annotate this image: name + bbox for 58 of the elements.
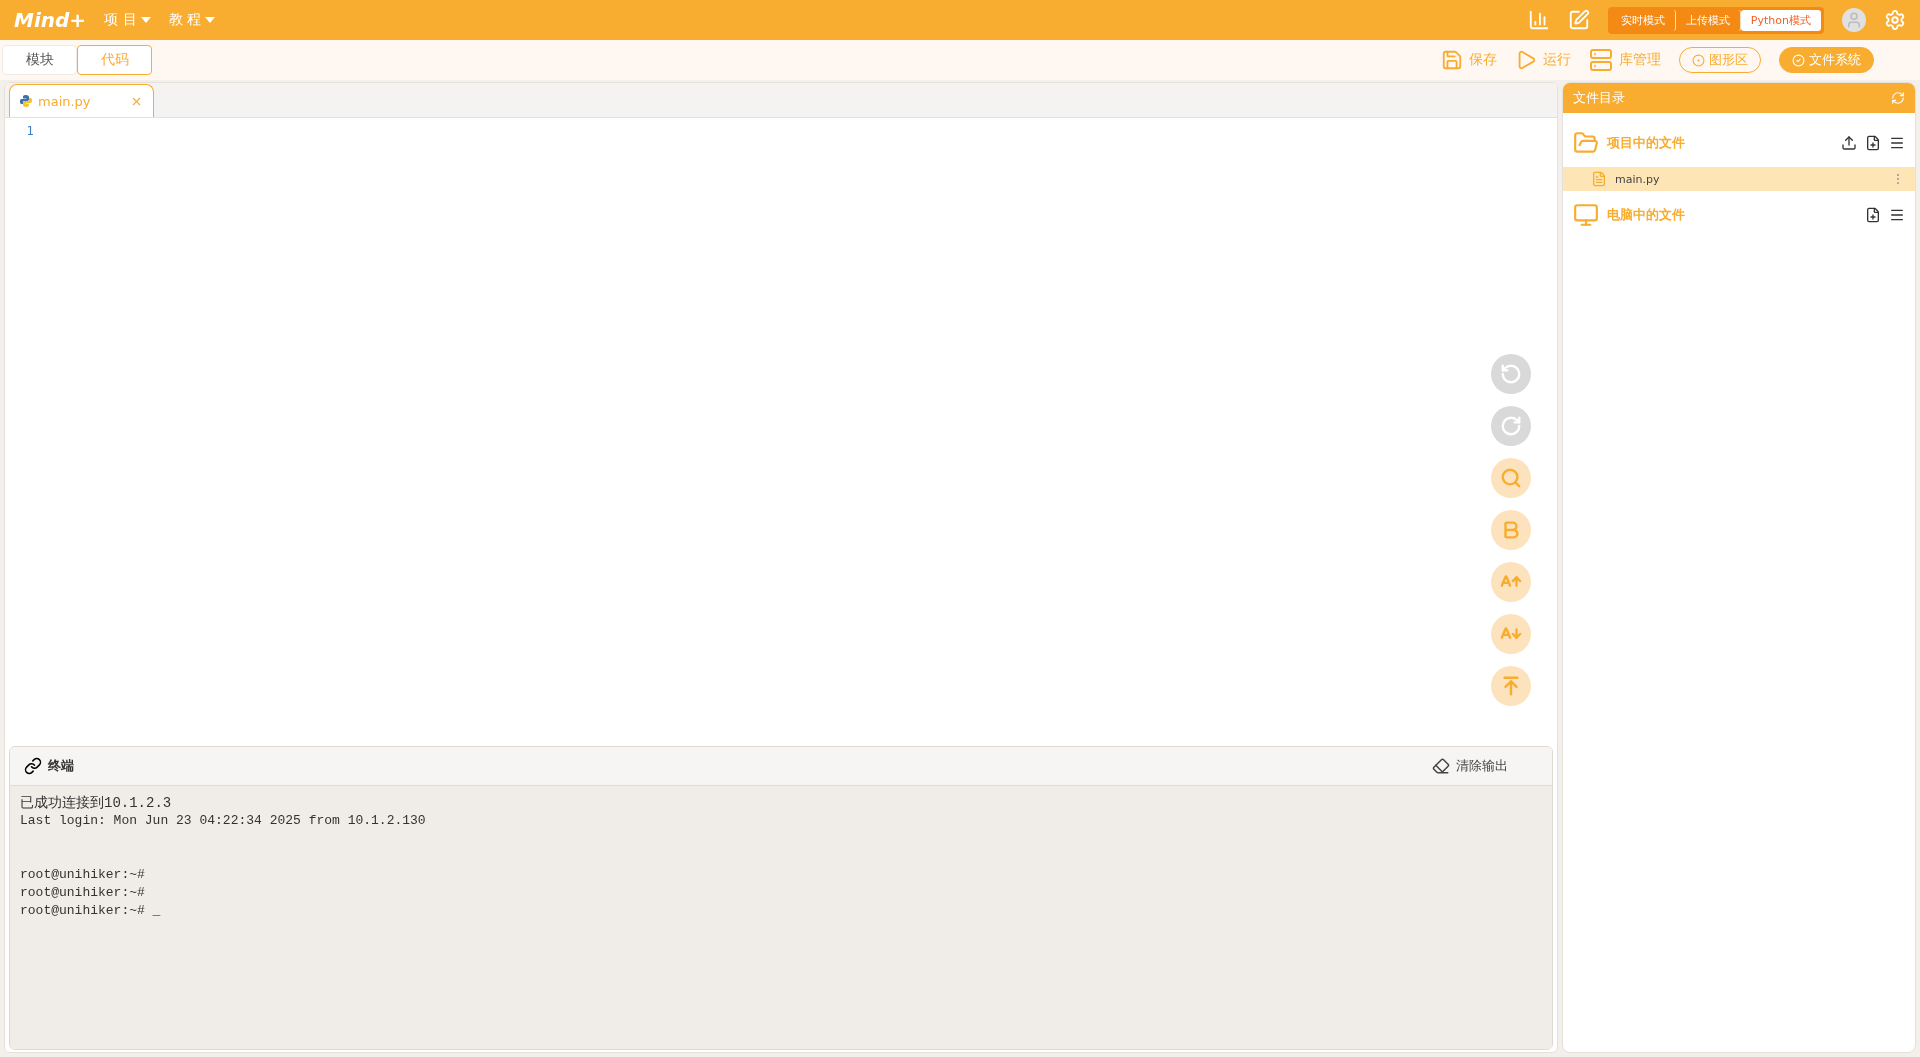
floppy-icon: [1441, 49, 1463, 71]
run-button[interactable]: 运行: [1515, 49, 1571, 71]
caret-icon: [205, 17, 215, 23]
file-name: main.py: [1615, 172, 1661, 186]
upload-icon[interactable]: [1841, 135, 1857, 151]
menu-icon[interactable]: [1889, 135, 1905, 151]
terminal-line: root@unihiker:~#: [20, 884, 146, 902]
scroll-top-button[interactable]: [1491, 666, 1531, 706]
font-smaller-button[interactable]: [1491, 614, 1531, 654]
refresh-icon[interactable]: [1891, 91, 1905, 105]
monitor-icon: [1573, 202, 1599, 228]
drawers-icon: [1589, 48, 1613, 72]
search-button[interactable]: [1491, 458, 1531, 498]
eraser-icon: [1432, 757, 1450, 775]
redo-icon: [1500, 415, 1522, 437]
terminal-line: root@unihiker:~#: [20, 866, 146, 884]
menu-icon[interactable]: [1889, 207, 1905, 223]
file-row[interactable]: main.py: [1563, 167, 1915, 191]
menu-button[interactable]: 项 目: [104, 11, 151, 29]
section-title: 项目中的文件: [1607, 134, 1686, 152]
undo-icon: [1500, 363, 1522, 385]
terminal-title: 终端: [48, 757, 74, 775]
new-file-icon[interactable]: [1865, 135, 1881, 151]
new-file-icon[interactable]: [1865, 207, 1881, 223]
library-button[interactable]: 库管理: [1589, 48, 1661, 72]
view-tab[interactable]: 代码: [77, 45, 152, 75]
search-icon: [1500, 467, 1522, 489]
terminal-line: Last login: Mon Jun 23 04:22:34 2025 from 10.1.2.130: [20, 812, 427, 830]
menu-button[interactable]: 教 程: [168, 11, 215, 29]
font-larger-button[interactable]: [1491, 562, 1531, 602]
clear-output-button[interactable]: 清除输出: [1426, 756, 1514, 776]
caret-icon: [140, 17, 151, 23]
settings-icon[interactable]: [1884, 9, 1906, 31]
section-title: 电脑中的文件: [1607, 206, 1686, 224]
view-tab[interactable]: 模块: [2, 45, 77, 75]
save-button[interactable]: 保存: [1441, 49, 1497, 71]
link-icon: [24, 757, 42, 775]
python-icon: [20, 95, 32, 107]
check-icon: [1792, 53, 1805, 67]
mode-tab[interactable]: Python模式: [1740, 9, 1821, 31]
target-icon: [1692, 53, 1705, 67]
terminal-line: 已成功连接到10.1.2.3: [20, 794, 173, 812]
terminal-line: root@unihiker:~# _: [20, 902, 162, 920]
avatar-icon[interactable]: [1842, 8, 1866, 32]
chart-icon[interactable]: [1527, 9, 1550, 31]
mode-tab[interactable]: 上传模式: [1675, 9, 1741, 31]
edit-icon[interactable]: [1567, 9, 1590, 31]
app-logo: Mind+: [14, 8, 87, 32]
file-system-button[interactable]: 文件系统: [1779, 47, 1874, 73]
scroll-top-icon: [1500, 675, 1522, 697]
panel-title: 文件目录: [1573, 89, 1625, 107]
file-tab[interactable]: main.py: [9, 84, 154, 117]
folder-icon: [1573, 130, 1599, 156]
file-icon: [1591, 171, 1607, 187]
line-number: 1: [25, 124, 35, 140]
bold-button[interactable]: [1491, 510, 1531, 550]
tab-label: main.py: [38, 93, 92, 109]
mode-tab[interactable]: 实时模式: [1610, 9, 1676, 31]
